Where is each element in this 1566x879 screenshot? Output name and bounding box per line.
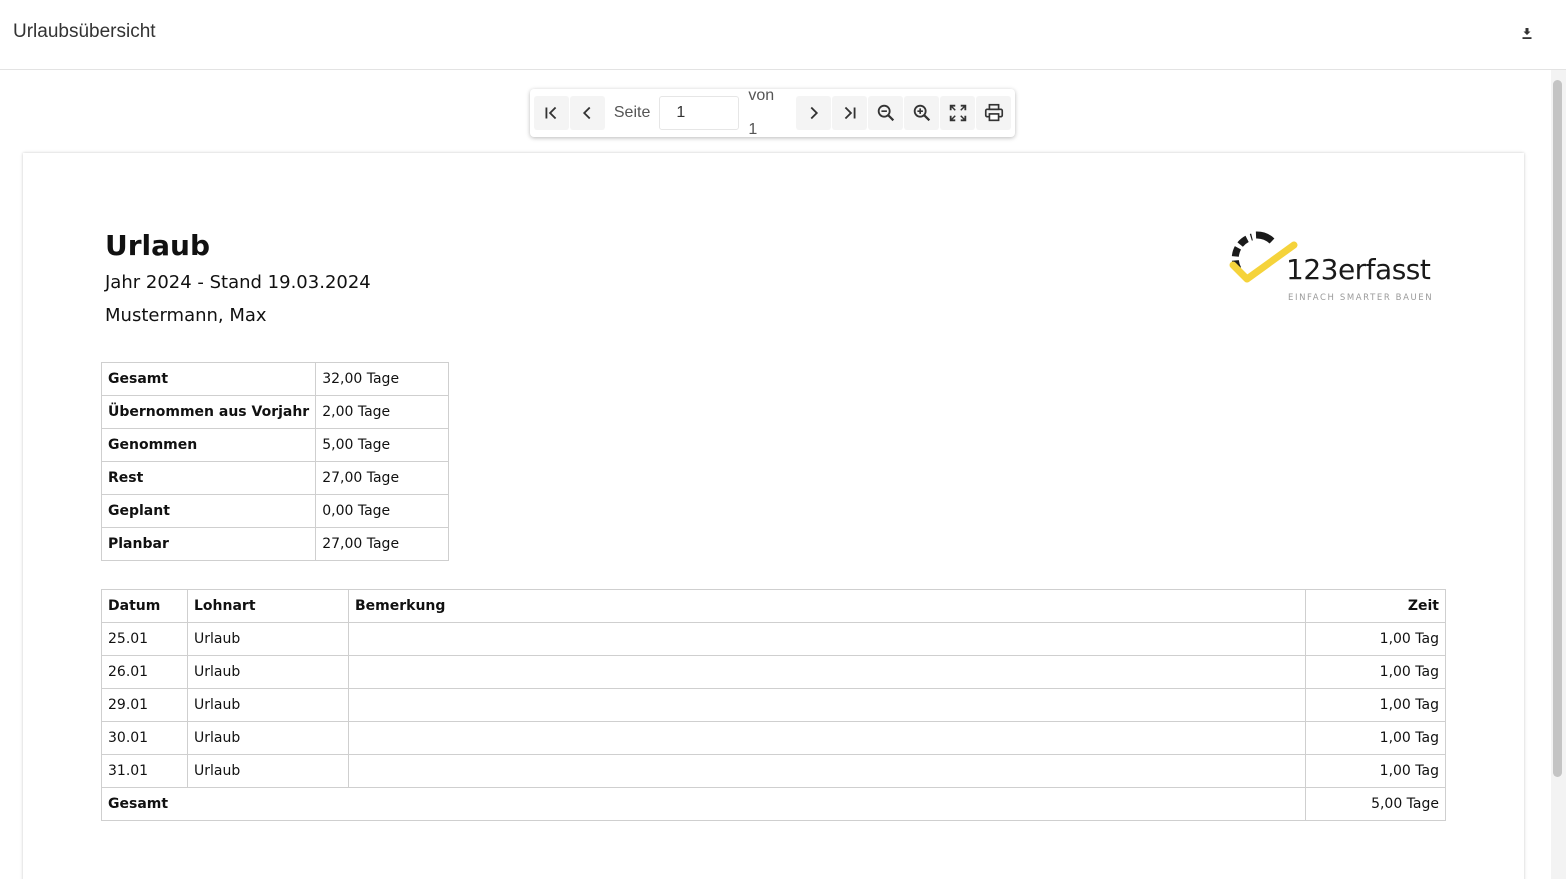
table-row: 29.01 Urlaub 1,00 Tag [101, 688, 1446, 722]
cell-type: Urlaub [187, 721, 349, 755]
fullscreen-icon [949, 104, 966, 122]
cell-time: 1,00 Tag [1305, 688, 1446, 722]
summary-row: Rest 27,00 Tage [100, 461, 450, 495]
cell-time: 1,00 Tag [1305, 721, 1446, 755]
summary-row: Genommen 5,00 Tage [100, 428, 450, 462]
summary-label: Übernommen aus Vorjahr [100, 395, 317, 429]
viewer-toolbar: Seite von 1 [530, 87, 1015, 138]
zoom-in-button[interactable] [904, 96, 940, 130]
summary-value: 27,00 Tage [315, 461, 450, 495]
table-row: 30.01 Urlaub 1,00 Tag [101, 721, 1446, 755]
download-button[interactable] [1514, 21, 1540, 47]
total-value: 5,00 Tage [1305, 787, 1446, 821]
summary-row: Gesamt 32,00 Tage [100, 362, 450, 396]
summary-label: Genommen [100, 428, 317, 462]
app-header: Urlaubsübersicht [0, 0, 1566, 70]
cell-note [348, 655, 1306, 689]
vacation-entries-table: Datum Lohnart Bemerkung Zeit 25.01 Urlau… [101, 589, 1446, 821]
column-header-type: Lohnart [187, 589, 349, 623]
cell-date: 29.01 [101, 688, 188, 722]
report-subtitle: Jahr 2024 - Stand 19.03.2024 [105, 272, 371, 293]
summary-row: Geplant 0,00 Tage [100, 494, 450, 528]
total-label: Gesamt [101, 787, 1306, 821]
cell-type: Urlaub [187, 655, 349, 689]
cell-date: 31.01 [101, 754, 188, 788]
print-button[interactable] [976, 96, 1012, 130]
previous-page-icon [583, 106, 591, 120]
cell-note [348, 754, 1306, 788]
company-logo: 123erfasst EINFACH SMARTER BAUEN [1228, 231, 1433, 307]
cell-time: 1,00 Tag [1305, 655, 1446, 689]
cell-note [348, 721, 1306, 755]
print-icon [984, 103, 1003, 122]
last-page-button[interactable] [832, 96, 868, 130]
summary-value: 5,00 Tage [315, 428, 450, 462]
table-row: 25.01 Urlaub 1,00 Tag [101, 622, 1446, 656]
page-count-label: von 1 [748, 87, 775, 138]
table-row: 26.01 Urlaub 1,00 Tag [101, 655, 1446, 689]
column-header-date: Datum [101, 589, 188, 623]
table-header-row: Datum Lohnart Bemerkung Zeit [101, 589, 1446, 623]
summary-value: 2,00 Tage [315, 395, 450, 429]
logo-wordmark: 123erfasst [1286, 253, 1431, 286]
previous-page-button[interactable] [569, 96, 605, 130]
cell-date: 30.01 [101, 721, 188, 755]
summary-value: 32,00 Tage [315, 362, 450, 396]
employee-name: Mustermann, Max [105, 305, 267, 326]
logo-tagline: EINFACH SMARTER BAUEN [1288, 293, 1434, 303]
zoom-out-button[interactable] [868, 96, 904, 130]
app-title: Urlaubsübersicht [13, 21, 156, 42]
table-total-row: Gesamt 5,00 Tage [101, 787, 1446, 821]
summary-label: Gesamt [100, 362, 317, 396]
cell-date: 25.01 [101, 622, 188, 656]
summary-value: 27,00 Tage [315, 527, 450, 561]
last-page-icon [844, 106, 856, 120]
cell-type: Urlaub [187, 688, 349, 722]
first-page-icon [545, 106, 557, 120]
cell-type: Urlaub [187, 754, 349, 788]
scrollbar-thumb[interactable] [1553, 80, 1562, 777]
next-page-icon [810, 106, 818, 120]
report-page: Urlaub Jahr 2024 - Stand 19.03.2024 Must… [23, 153, 1524, 879]
page-number-input[interactable] [659, 96, 740, 130]
cell-note [348, 688, 1306, 722]
summary-value: 0,00 Tage [315, 494, 450, 528]
summary-label: Rest [100, 461, 317, 495]
column-header-time: Zeit [1305, 589, 1446, 623]
page-label: Seite [613, 104, 651, 121]
fullscreen-button[interactable] [940, 96, 976, 130]
first-page-button[interactable] [534, 96, 569, 130]
table-row: 31.01 Urlaub 1,00 Tag [101, 754, 1446, 788]
cell-type: Urlaub [187, 622, 349, 656]
zoom-in-icon [913, 104, 930, 122]
download-icon [1522, 28, 1532, 39]
cell-time: 1,00 Tag [1305, 754, 1446, 788]
cell-date: 26.01 [101, 655, 188, 689]
summary-label: Geplant [100, 494, 317, 528]
cell-time: 1,00 Tag [1305, 622, 1446, 656]
next-page-button[interactable] [796, 96, 832, 130]
summary-row: Planbar 27,00 Tage [100, 527, 450, 561]
summary-row: Übernommen aus Vorjahr 2,00 Tage [100, 395, 450, 429]
summary-label: Planbar [100, 527, 317, 561]
report-title: Urlaub [105, 229, 211, 262]
summary-table: Gesamt 32,00 Tage Übernommen aus Vorjahr 2… [100, 362, 450, 561]
zoom-out-icon [877, 104, 894, 122]
cell-note [348, 622, 1306, 656]
column-header-note: Bemerkung [348, 589, 1306, 623]
